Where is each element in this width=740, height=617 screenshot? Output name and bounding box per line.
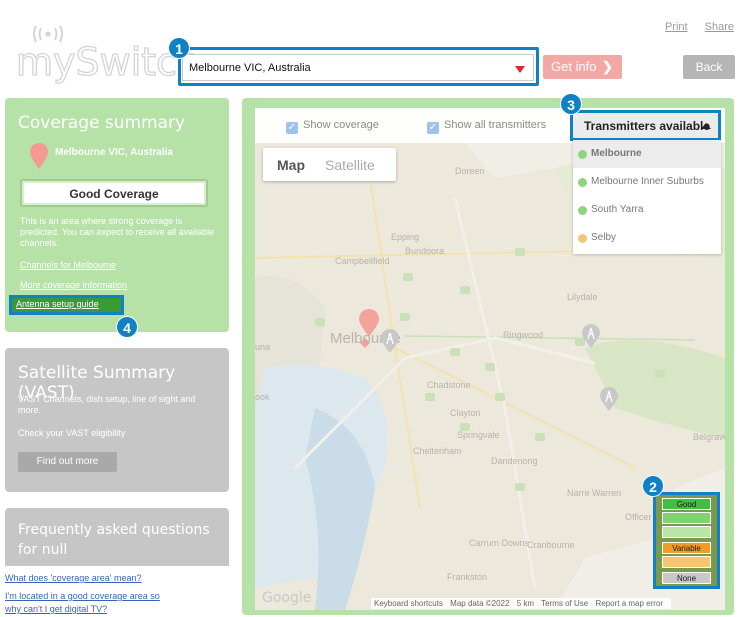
faq-link-good-coverage[interactable]: I'm located in a good coverage area so	[5, 591, 160, 601]
map-type-map-button[interactable]: Map	[277, 157, 305, 173]
map-location-pin-icon[interactable]	[358, 308, 380, 338]
google-logo[interactable]: Google	[262, 590, 311, 606]
callout-badge-4: 4	[116, 316, 138, 338]
vast-eligibility-text: Check your VAST eligibility	[18, 428, 126, 438]
callout-badge-1: 1	[168, 37, 190, 59]
location-search-input[interactable]: Melbourne VIC, Australia	[182, 54, 534, 81]
show-all-transmitters-checkbox[interactable]: ✓ Show all transmitters	[427, 119, 546, 134]
coverage-summary-title: Coverage summary	[18, 113, 186, 133]
transmitters-dropdown-button[interactable]: Transmitters available	[573, 113, 718, 138]
coverage-status-button[interactable]: Good Coverage	[20, 179, 208, 207]
transmitters-dropdown-label: Transmitters available	[584, 119, 711, 133]
faq-panel: Frequently asked questions for null	[5, 508, 229, 566]
place-springvale: Springvale	[457, 430, 500, 440]
place-bundoora: Bundoora	[405, 246, 445, 256]
report-map-error-link[interactable]: Report a map error	[595, 599, 663, 608]
transmitter-item-selby[interactable]: Selby	[573, 224, 721, 252]
scale-label[interactable]: 5 km	[517, 599, 534, 608]
legend-swatch	[662, 556, 711, 568]
keyboard-shortcuts-link[interactable]: Keyboard shortcuts	[374, 599, 443, 608]
antenna-setup-guide-link[interactable]: Antenna setup guide	[12, 298, 121, 312]
place-dandenong: Dandenong	[491, 456, 538, 466]
get-info-button[interactable]: Get info ❯	[543, 55, 622, 79]
place-ringwood: Ringwood	[503, 330, 544, 340]
top-links: Print Share	[651, 21, 734, 33]
transmitter-item-melbourne[interactable]: Melbourne	[573, 140, 721, 168]
place-epping: Epping	[391, 232, 420, 242]
show-coverage-label: Show coverage	[303, 119, 379, 131]
status-dot-icon	[578, 234, 587, 243]
place-clayton: Clayton	[450, 408, 481, 418]
legend-swatch	[662, 526, 711, 538]
place-belgrave: Belgrave	[693, 432, 725, 442]
coverage-place: Melbourne VIC, Australia	[55, 147, 173, 158]
get-info-label: Get info	[551, 59, 597, 74]
place-narre-warren: Narre Warren	[567, 488, 622, 498]
transmitter-tower-icon[interactable]	[380, 328, 400, 354]
coverage-description: This is an area where strong coverage is…	[20, 216, 215, 248]
transmitter-tower-icon[interactable]	[599, 386, 619, 412]
map-data-text: Map data ©2022	[450, 599, 510, 608]
dropdown-caret-icon[interactable]	[515, 66, 525, 73]
callout-badge-3: 3	[560, 93, 582, 115]
chevron-right-icon: ❯	[602, 59, 613, 74]
place-officer: Officer	[625, 512, 652, 522]
place-carrum-downs: Carrum Downs	[469, 538, 530, 548]
location-pin-icon	[30, 143, 48, 169]
transmitter-name: South Yarra	[591, 204, 644, 215]
terms-of-use-link[interactable]: Terms of Use	[541, 599, 588, 608]
checkbox-checked-icon: ✓	[427, 122, 439, 134]
transmitter-tower-icon[interactable]	[581, 323, 601, 349]
show-coverage-checkbox[interactable]: ✓ Show coverage	[286, 119, 379, 134]
transmitter-item-south-yarra[interactable]: South Yarra	[573, 196, 721, 224]
share-link[interactable]: Share	[705, 21, 734, 33]
faq-link-coverage-area[interactable]: What does 'coverage area' mean?	[5, 573, 142, 583]
print-link[interactable]: Print	[665, 21, 688, 33]
more-coverage-link[interactable]: More coverage information	[20, 280, 127, 290]
find-out-more-button[interactable]: Find out more	[18, 452, 117, 472]
place-rook: ook	[255, 392, 270, 402]
myswitch-logo[interactable]: mySwitch	[15, 22, 202, 85]
map-type-toggle: Map Satellite	[263, 148, 396, 181]
status-dot-icon	[578, 150, 587, 159]
location-search-value: Melbourne VIC, Australia	[189, 62, 311, 74]
status-dot-icon	[578, 178, 587, 187]
coverage-legend: Good Variable None	[656, 495, 717, 586]
place-cranbourne: Cranbourne	[527, 540, 575, 550]
show-all-transmitters-label: Show all transmitters	[444, 119, 547, 131]
legend-good: Good	[662, 498, 711, 510]
place-frankston: Frankston	[447, 572, 488, 582]
vast-description: VAST Channels, dish setup, line of sight…	[18, 394, 196, 415]
map-type-satellite-button[interactable]: Satellite	[325, 157, 375, 173]
transmitter-name: Selby	[591, 232, 617, 243]
place-una: una	[255, 342, 271, 352]
place-cheltenham: Cheltenham	[413, 446, 462, 456]
transmitter-item-melbourne-inner-suburbs[interactable]: Melbourne Inner Suburbs	[573, 168, 721, 196]
place-doreen: Doreen	[455, 166, 485, 176]
status-dot-icon	[578, 206, 587, 215]
back-button[interactable]: Back	[683, 55, 735, 79]
callout-badge-2: 2	[642, 475, 664, 497]
page: mySwitch Print Share Melbourne VIC, Aust…	[0, 0, 740, 617]
satellite-summary-panel: Satellite Summary (VAST) VAST Channels, …	[5, 348, 229, 492]
legend-none: None	[662, 572, 711, 584]
transmitters-list: Melbourne Melbourne Inner Suburbs South …	[573, 140, 721, 254]
checkbox-checked-icon: ✓	[286, 122, 298, 134]
place-chadstone: Chadstone	[427, 380, 471, 390]
map-attribution: Keyboard shortcuts Map data ©2022 5 km T…	[371, 598, 672, 609]
faq-link-good-coverage-cont[interactable]: why can't I get digital TV?	[5, 604, 107, 614]
faq-title: Frequently asked questions for null	[18, 522, 210, 558]
place-lilydale: Lilydale	[567, 292, 598, 302]
transmitter-name: Melbourne Inner Suburbs	[591, 176, 704, 187]
legend-swatch	[662, 512, 711, 524]
caret-up-icon	[701, 123, 711, 129]
transmitter-name: Melbourne	[591, 148, 642, 159]
legend-variable: Variable	[662, 542, 711, 554]
channels-link[interactable]: Channels for Melbourne	[20, 260, 116, 270]
place-campbellfield: Campbellfield	[335, 256, 390, 266]
